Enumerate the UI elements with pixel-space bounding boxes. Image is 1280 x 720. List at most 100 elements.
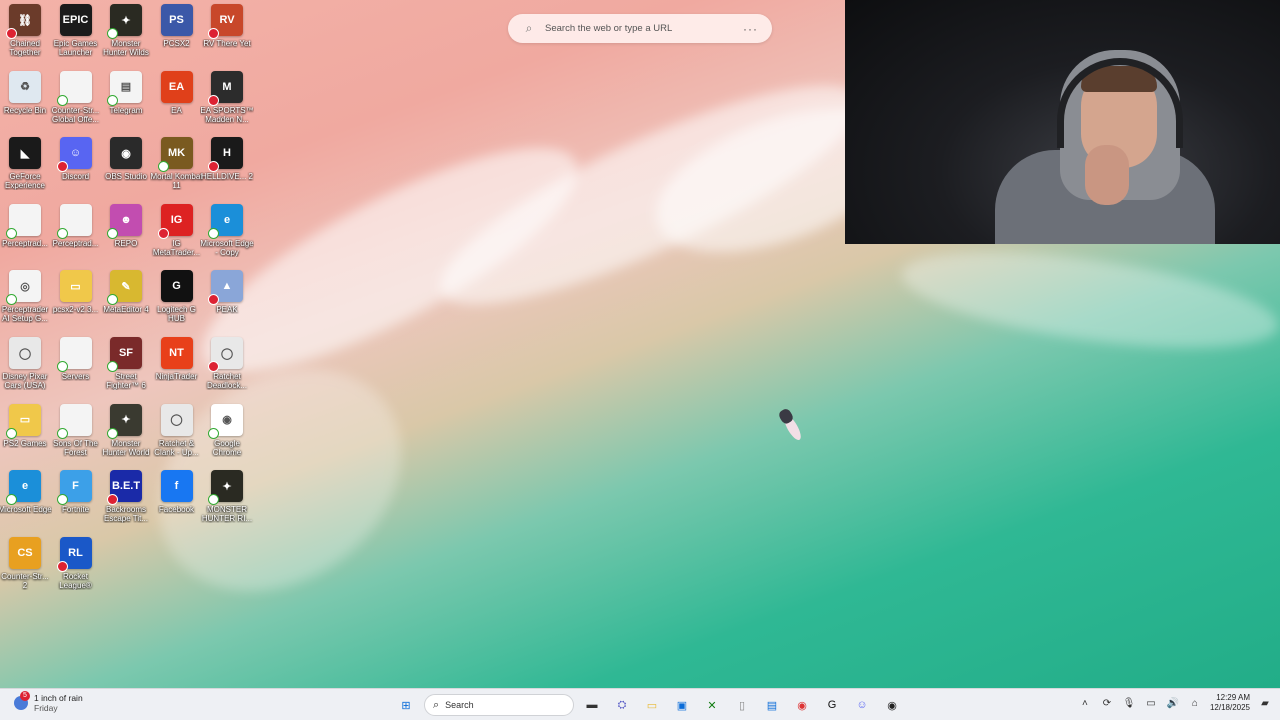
desktop-icon[interactable]: Perceptrad... [51, 203, 101, 270]
desktop-icon[interactable]: ◯ Ratchet Deadlock... [202, 337, 252, 403]
browser-search-bar[interactable]: ⌕ Search the web or type a URL ··· [508, 14, 772, 43]
desktop-icon[interactable]: ◉ Google Chrome [202, 403, 252, 470]
desktop-icon[interactable]: M EA SPORTS™ Madden N... [200, 70, 254, 137]
chrome-icon[interactable]: ◉ [790, 693, 814, 717]
desktop-icon[interactable]: Counter-Str... Global Offe... [51, 70, 101, 137]
desktop-icon[interactable]: ♻ Recycle Bin [0, 70, 50, 137]
desktop-icon[interactable]: ▭ pcsx2-v2.3... [51, 270, 101, 336]
task-view-button[interactable]: ▬ [580, 693, 604, 717]
clock[interactable]: 12:29 AM 12/18/2025 [1210, 693, 1250, 713]
sync-ok-icon [6, 227, 17, 239]
sync-icon[interactable]: ⟳ [1100, 698, 1114, 709]
start-button[interactable]: ⊞ [394, 693, 418, 717]
app-icon: M [208, 70, 243, 106]
desktop-icon[interactable]: RL Rocket League® [51, 536, 101, 603]
desktop-icon-label: IG MetaTrader... [152, 238, 201, 257]
desktop-icon[interactable]: ✦ Monster Hunter Wilds [101, 4, 151, 70]
notepad-icon[interactable]: ▯ [730, 693, 754, 717]
more-icon[interactable]: ··· [743, 22, 758, 36]
sync-ok-icon [208, 227, 219, 239]
desktop-icon-label: EA [171, 105, 182, 115]
app-icon: EPIC [59, 4, 92, 36]
desktop-icon[interactable]: ◯ Disney Pixar Cars (USA) [0, 337, 50, 403]
app-icon: ◣ [9, 137, 41, 170]
desktop-icon[interactable]: EPIC Epic Games Launcher [51, 4, 101, 70]
desktop-icon[interactable]: ⛓ Chained Together [0, 4, 50, 70]
chevron-up-icon[interactable]: ˄ [1078, 698, 1092, 709]
desktop-icon[interactable]: ◯ Ratchet & Clank - Up... [152, 403, 202, 470]
xbox-icon[interactable]: ✕ [700, 693, 724, 717]
teams-icon[interactable]: ⛭ [610, 693, 634, 717]
desktop-icon[interactable]: MK Mortal Kombat 11 [150, 137, 203, 203]
sync-error-icon [6, 28, 17, 39]
desktop-icon-label: Logitech G HUB [157, 305, 196, 324]
desktop-icon-label: MetaEditor 4 [103, 305, 149, 315]
store-icon[interactable]: ▣ [670, 693, 694, 717]
desktop-icon-label: Perceptrader AI Setup G... [1, 305, 49, 324]
app-icon: ☻ [107, 203, 142, 239]
search-placeholder[interactable]: Search the web or type a URL [545, 23, 743, 34]
app-icon: e [6, 470, 41, 506]
desktop-icon[interactable]: ✎ MetaEditor 4 [101, 270, 151, 336]
desktop-icon[interactable]: Servers [51, 337, 101, 403]
telegram-icon[interactable]: ▤ [760, 693, 784, 717]
desktop-icon[interactable]: B.E.T Backrooms Escape Tit... [101, 470, 151, 536]
sync-error-icon [208, 161, 219, 173]
sync-ok-icon [107, 28, 118, 39]
desktop-icon-label: Monster Hunter Wilds [103, 39, 149, 57]
desktop-icon[interactable]: IG IG MetaTrader... [152, 203, 202, 270]
sync-error-icon [208, 94, 219, 106]
sync-error-icon [208, 361, 219, 372]
file-explorer-icon[interactable]: ▭ [640, 693, 664, 717]
desktop-icon[interactable]: ☺ Discord [51, 137, 101, 203]
app-icon: ▭ [59, 270, 92, 303]
app-icon: ☺ [56, 137, 92, 173]
sync-error-icon [208, 28, 219, 39]
desktop-icon[interactable]: ✦ MONSTER HUNTER RI... [202, 470, 252, 536]
desktop-icon[interactable]: e Microsoft Edge [0, 470, 52, 536]
sync-ok-icon [56, 361, 68, 372]
app-icon: ✦ [208, 470, 243, 506]
desktop-icon[interactable]: f Facebook [152, 470, 202, 536]
desktop-icon[interactable]: ◎ Perceptrader AI Setup G... [0, 270, 50, 336]
logitech-icon[interactable]: G [820, 693, 844, 717]
display-icon[interactable]: ▭ [1144, 698, 1158, 709]
taskbar-search[interactable]: ⌕ Search [424, 694, 574, 716]
microphone-icon[interactable]: 🎙 [1122, 698, 1136, 709]
desktop-icon-label: Microsoft Edge - Copy [200, 238, 254, 257]
desktop-icon[interactable]: ◣ GeForce Experience [0, 137, 50, 203]
desktop-icon[interactable]: e Microsoft Edge - Copy [200, 203, 254, 270]
desktop-icon[interactable]: ▤ Telegram [101, 70, 151, 137]
desktop-icon[interactable]: SF Street Fighter™ 6 [101, 337, 151, 403]
sync-ok-icon [107, 427, 118, 439]
app-icon: ▲ [208, 270, 243, 306]
desktop-icon[interactable]: EA EA [152, 70, 202, 137]
weather-widget[interactable]: 5 1 inch of rain Friday [14, 691, 83, 713]
desktop-icon[interactable]: PS PCSX2 [152, 4, 202, 70]
sync-ok-icon [56, 94, 68, 106]
desktop-icon-label: OBS Studio [105, 172, 147, 182]
desktop-icon[interactable]: G Logitech G HUB [152, 270, 202, 336]
desktop-icon[interactable]: ☻ REPO [101, 203, 151, 270]
desktop-icon[interactable]: RV RV There Yet [202, 4, 252, 70]
obs-icon[interactable]: ◉ [880, 693, 904, 717]
network-icon[interactable]: ⌂ [1188, 698, 1202, 709]
app-icon: ◯ [160, 403, 193, 436]
desktop-icon[interactable]: ◉ OBS Studio [101, 137, 151, 203]
desktop-icon[interactable]: Sons Of The Forest [51, 403, 101, 470]
desktop-icon[interactable]: NT NinjaTrader [152, 337, 202, 403]
discord-icon[interactable]: ☺ [850, 693, 874, 717]
sync-ok-icon [6, 294, 17, 306]
notification-icon[interactable]: ▰ [1258, 698, 1272, 709]
desktop-icon[interactable]: Perceptrad... [0, 203, 50, 270]
desktop-icon-label: Epic Games Launcher [53, 39, 98, 57]
volume-icon[interactable]: 🔊 [1166, 698, 1180, 709]
desktop-icon[interactable]: H HELLDIVE... 2 [201, 137, 253, 203]
desktop-icon[interactable]: F Fortnite [51, 470, 101, 536]
desktop-icon[interactable]: ▭ PS2 Games [0, 403, 50, 470]
desktop-icon[interactable]: ▲ PEAK [202, 270, 252, 336]
app-icon: NT [160, 337, 193, 369]
desktop-icon[interactable]: ✦ Monster Hunter World [101, 403, 151, 470]
app-icon: MK [157, 137, 193, 173]
desktop-icon[interactable]: CS Counter-Str... 2 [0, 536, 50, 603]
